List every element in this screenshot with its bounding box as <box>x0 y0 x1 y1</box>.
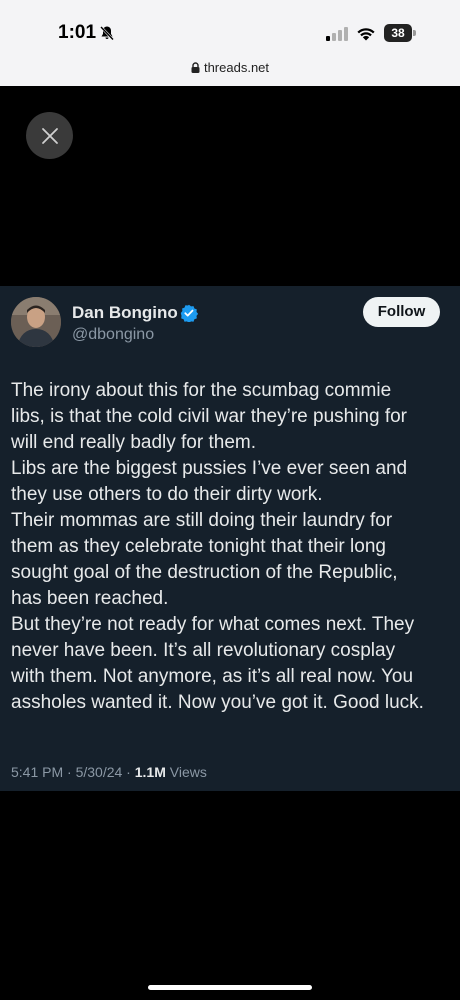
battery-indicator: 38 <box>384 24 416 42</box>
home-indicator[interactable] <box>148 985 312 990</box>
tweet-timestamp[interactable]: 5:41 PM · 5/30/24 · <box>11 764 135 780</box>
views-label: Views <box>165 764 207 780</box>
tweet-line: will end really badly for them. <box>11 432 256 453</box>
verified-badge-icon <box>180 304 198 322</box>
tweet-meta: 5:41 PM · 5/30/24 · 1.1M Views <box>11 764 207 780</box>
tweet-text: The irony about this for the scumbag com… <box>11 378 451 716</box>
cellular-signal-icon <box>326 27 348 41</box>
tweet-line: But they’re not ready for what comes nex… <box>11 614 415 635</box>
tweet-line: Libs are the biggest pussies I’ve ever s… <box>11 458 408 479</box>
tweet-line: with them. Not anymore, as it’s all real… <box>11 666 414 687</box>
wifi-icon <box>357 28 375 41</box>
status-bar: 1:01 38 threads.net <box>0 0 460 86</box>
tweet-line: assholes wanted it. Now you’ve got it. G… <box>11 692 424 713</box>
battery-tip <box>413 30 416 36</box>
url-text: threads.net <box>203 60 270 75</box>
avatar-image <box>11 297 61 347</box>
close-button[interactable] <box>26 112 73 159</box>
follow-button[interactable]: Follow <box>363 297 440 327</box>
tweet-card: Dan Bongino @dbongino Follow The irony a… <box>0 286 460 791</box>
views-count: 1.1M <box>134 764 166 780</box>
author-handle[interactable]: @dbongino <box>72 326 154 344</box>
lock-icon <box>191 62 200 73</box>
tweet-line: they use others to do their dirty work. <box>11 484 323 505</box>
tweet-line: them as they celebrate tonight that thei… <box>11 536 386 557</box>
tweet-line: never have been. It’s all revolutionary … <box>11 640 396 661</box>
bell-muted-icon <box>100 26 114 41</box>
tweet-line: The irony about this for the scumbag com… <box>11 380 392 401</box>
battery-level: 38 <box>384 24 412 42</box>
address-bar[interactable]: threads.net <box>0 60 460 75</box>
author-name[interactable]: Dan Bongino <box>72 303 178 323</box>
tweet-line: sought goal of the destruction of the Re… <box>11 562 398 583</box>
tweet-line: has been reached. <box>11 588 169 609</box>
close-icon <box>41 127 58 144</box>
avatar[interactable] <box>11 297 61 347</box>
status-time: 1:01 <box>58 22 97 43</box>
tweet-line: Their mommas are still doing their laund… <box>11 510 393 531</box>
tweet-line: libs, is that the cold civil war they’re… <box>11 406 408 427</box>
